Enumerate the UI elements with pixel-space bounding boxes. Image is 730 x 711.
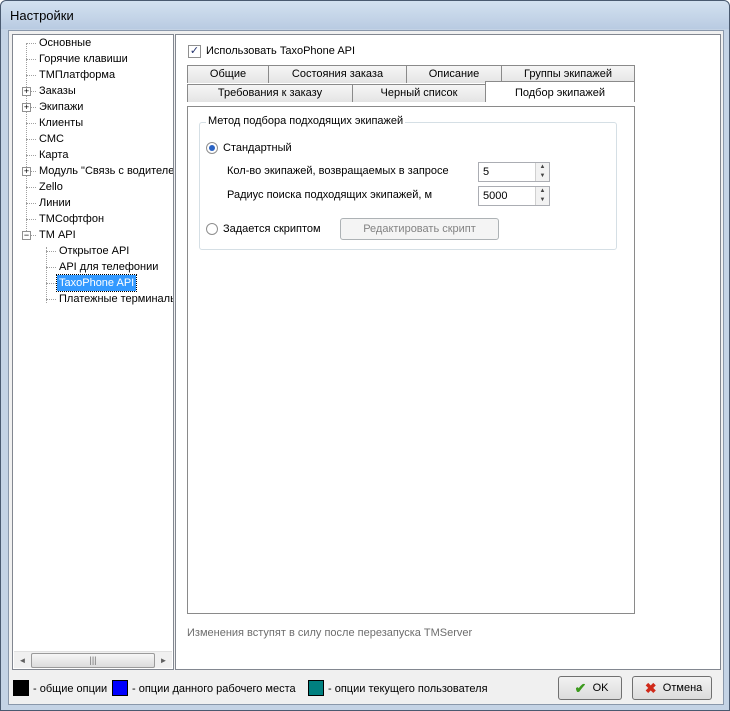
tree-item-label: СМС [39, 133, 64, 145]
cancel-x-icon: ✖ [644, 680, 657, 696]
collapse-icon[interactable]: − [22, 231, 31, 240]
legend-swatch-workstation [112, 680, 128, 696]
scroll-thumb[interactable]: ||| [31, 653, 155, 668]
tree-item-label: Открытое API [59, 245, 130, 257]
selection-method-title: Метод подбора подходящих экипажей [206, 115, 406, 127]
cancel-button[interactable]: ✖ Отмена [632, 676, 712, 700]
ok-button[interactable]: ✔ OK [558, 676, 622, 700]
tree-item-label: ТМСофтфон [39, 213, 105, 225]
tab-order-states[interactable]: Состояния заказа [268, 65, 407, 83]
tab-order-requirements[interactable]: Требования к заказу [187, 84, 353, 102]
tab-blacklist[interactable]: Черный список [352, 84, 486, 102]
tree-item-open-api[interactable]: Открытое API [13, 243, 173, 259]
crew-count-value: 5 [483, 166, 490, 178]
tree-item-label: Модуль "Связь с водителем" [39, 165, 174, 177]
tree-item-tmsoftphone[interactable]: ТМСофтфон [13, 211, 173, 227]
cancel-button-label: Отмена [662, 682, 703, 694]
radio-standard[interactable] [206, 142, 218, 154]
checkmark-icon: ✔ [574, 680, 587, 696]
tab-general[interactable]: Общие [187, 65, 269, 83]
restart-note: Изменения вступят в силу после перезапус… [187, 627, 473, 639]
edit-script-button[interactable]: Редактировать скрипт [340, 218, 499, 240]
legend-user-label: - опции текущего пользователя [328, 683, 488, 695]
tree-item-map[interactable]: Карта [13, 147, 173, 163]
tree-item-zello[interactable]: Zello [13, 179, 173, 195]
settings-tree[interactable]: Основные Горячие клавиши ТМПлатформа + З… [12, 34, 174, 670]
checkbox-checked-icon[interactable]: ✓ [188, 45, 201, 58]
selection-method-group: Метод подбора подходящих экипажей Станда… [199, 115, 617, 250]
radio-script-label: Задается скриптом [223, 223, 321, 235]
legend-swatch-general [13, 680, 29, 696]
radio-standard-label: Стандартный [223, 142, 292, 154]
search-radius-label: Радиус поиска подходящих экипажей, м [227, 189, 433, 201]
settings-panel: ✓ Использовать TaxoPhone API Общие Состо… [175, 34, 721, 670]
legend-general-label: - общие опции [33, 683, 108, 695]
expand-icon[interactable]: + [22, 87, 31, 96]
window-client-area: Основные Горячие клавиши ТМПлатформа + З… [8, 30, 724, 705]
tree-item-telephony-api[interactable]: API для телефонии [13, 259, 173, 275]
tree-item-label-selected: TaxoPhone API [55, 274, 138, 292]
tree-item-label: Экипажи [39, 101, 84, 113]
tree-item-lines[interactable]: Линии [13, 195, 173, 211]
tree-item-label: ТМ API [39, 229, 76, 241]
tree-item-label: Основные [39, 37, 92, 49]
expand-icon[interactable]: + [22, 167, 31, 176]
tab-crew-selection[interactable]: Подбор экипажей [485, 81, 635, 102]
tree-item-taxophone-api[interactable]: TaxoPhone API [13, 274, 173, 292]
scroll-left-icon[interactable]: ◄ [14, 652, 31, 669]
tree-item-tmplatform[interactable]: ТМПлатформа [13, 67, 173, 83]
tree-item-label: Платежные терминалы [59, 293, 174, 305]
spin-up-icon[interactable]: ▲ [536, 163, 549, 172]
legend-workstation-label: - опции данного рабочего места [132, 683, 296, 695]
tree-item-label: ТМПлатформа [39, 69, 116, 81]
tree-item-driver-link[interactable]: + Модуль "Связь с водителем" [13, 163, 173, 179]
crew-count-spinner[interactable]: 5 ▲ ▼ [478, 162, 550, 182]
tree-item-label: Горячие клавиши [39, 53, 128, 65]
tree-item-clients[interactable]: Клиенты [13, 115, 173, 131]
expand-icon[interactable]: + [22, 103, 31, 112]
tree-item-crews[interactable]: + Экипажи [13, 99, 173, 115]
radio-script[interactable] [206, 223, 218, 235]
tree-item-label: Карта [39, 149, 69, 161]
legend-swatch-user [308, 680, 324, 696]
tree-item-sms[interactable]: СМС [13, 131, 173, 147]
search-radius-value: 5000 [483, 190, 508, 202]
tree-item-label: Заказы [39, 85, 76, 97]
tree-item-label: API для телефонии [59, 261, 159, 273]
tree-item-tmapi[interactable]: − ТМ API [13, 227, 173, 243]
tree-item-label: Линии [39, 197, 71, 209]
tree-item-label: Zello [39, 181, 63, 193]
search-radius-spinner[interactable]: 5000 ▲ ▼ [478, 186, 550, 206]
tree-item-hotkeys[interactable]: Горячие клавиши [13, 51, 173, 67]
tree-horizontal-scrollbar[interactable]: ◄ ||| ► [14, 651, 172, 668]
tree-item-osnovnye[interactable]: Основные [13, 35, 173, 51]
ok-button-label: OK [592, 682, 609, 694]
title-bar[interactable]: Настройки [1, 1, 729, 29]
window-title: Настройки [10, 8, 74, 23]
spin-up-icon[interactable]: ▲ [536, 187, 549, 196]
tree-item-label: Клиенты [39, 117, 84, 129]
spin-down-icon[interactable]: ▼ [536, 172, 549, 181]
scroll-right-icon[interactable]: ► [155, 652, 172, 669]
tab-page-crew-selection: Метод подбора подходящих экипажей Станда… [187, 106, 635, 614]
spin-down-icon[interactable]: ▼ [536, 196, 549, 205]
use-taxophone-api-label: Использовать TaxoPhone API [206, 45, 356, 57]
settings-window: Настройки Основные Горячие клавиши ТМПла… [0, 0, 730, 711]
tree-item-payment-terminals[interactable]: Платежные терминалы [13, 291, 173, 307]
crew-count-label: Кол-во экипажей, возвращаемых в запросе [227, 165, 449, 177]
tree-item-orders[interactable]: + Заказы [13, 83, 173, 99]
